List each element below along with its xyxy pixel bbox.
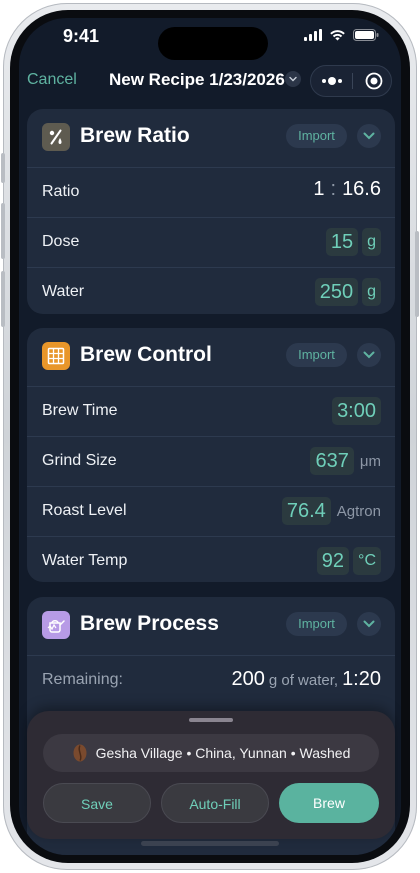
- status-icons: [304, 29, 379, 41]
- remaining-unit: g of water,: [268, 672, 339, 689]
- roast-level-unit: Agtron: [336, 502, 381, 520]
- water-temp-unit[interactable]: °C: [353, 547, 381, 575]
- remaining-row: Remaining: 200 g of water, 1:20: [27, 656, 395, 704]
- pill-divider: [352, 73, 353, 89]
- more-options-icon[interactable]: [321, 74, 343, 88]
- status-time: 9:41: [63, 26, 100, 46]
- brew-ratio-import-button[interactable]: Import: [286, 124, 347, 148]
- kettle-icon: [42, 611, 70, 639]
- brew-time-value-field[interactable]: 3:00: [332, 397, 381, 425]
- recipe-title[interactable]: New Recipe 1/23/2026: [109, 70, 285, 90]
- close-target-icon[interactable]: [365, 72, 383, 90]
- brew-ratio-title: Brew Ratio: [80, 124, 190, 147]
- volume-up-button: [1, 203, 5, 259]
- cancel-button[interactable]: Cancel: [27, 71, 77, 89]
- auto-fill-button[interactable]: Auto-Fill: [161, 783, 269, 823]
- bean-label: Gesha Village • China, Yunnan • Washed: [95, 745, 351, 761]
- remaining-time: 1:20: [342, 668, 381, 690]
- brew-time-label: Brew Time: [42, 402, 118, 419]
- power-button: [415, 231, 419, 317]
- brew-time-row[interactable]: Brew Time 3:00: [27, 387, 395, 437]
- ratio-label: Ratio: [42, 183, 80, 200]
- grid-icon: [42, 342, 70, 370]
- ratio-separator: :: [330, 178, 337, 200]
- save-button[interactable]: Save: [43, 783, 151, 823]
- brew-ratio-collapse-chevron-icon[interactable]: [357, 124, 381, 148]
- brew-control-import-button[interactable]: Import: [286, 343, 347, 367]
- coffee-bean-icon: [73, 744, 87, 762]
- water-value-field[interactable]: 250: [314, 278, 359, 306]
- brew-button[interactable]: Brew: [279, 783, 379, 823]
- ratio-row[interactable]: Ratio 1 : 16.6: [27, 168, 395, 218]
- volume-down-button: [1, 271, 5, 327]
- ratio-right: 16.6: [342, 178, 381, 200]
- nav-actions-pill: [310, 65, 392, 97]
- remaining-summary: 200 g of water, 1:20: [231, 668, 381, 691]
- ratio-left: 1: [313, 178, 325, 200]
- brew-ratio-header: Brew Ratio Import: [27, 109, 395, 168]
- dose-unit: g: [362, 228, 381, 256]
- action-button: [1, 153, 5, 183]
- percent-icon: [42, 123, 70, 151]
- bottom-sheet: Gesha Village • China, Yunnan • Washed S…: [27, 711, 395, 839]
- bean-selector[interactable]: Gesha Village • China, Yunnan • Washed: [43, 734, 379, 772]
- water-temp-value-field[interactable]: 92: [316, 547, 350, 575]
- grind-size-row[interactable]: Grind Size 637 μm: [27, 437, 395, 487]
- nav-bar: Cancel New Recipe 1/23/2026: [19, 65, 401, 99]
- battery-icon: [353, 29, 379, 41]
- wifi-icon: [330, 30, 345, 41]
- home-indicator: [141, 841, 279, 846]
- dynamic-island: [158, 27, 268, 60]
- dose-value-field[interactable]: 15: [325, 228, 359, 256]
- brew-process-header: Brew Process Import: [27, 597, 395, 656]
- grind-size-unit: μm: [359, 452, 381, 470]
- screen: 9:41 Cancel New Recipe 1/23/2026 Brew Ra…: [19, 18, 401, 855]
- roast-level-row[interactable]: Roast Level 76.4 Agtron: [27, 487, 395, 537]
- water-temp-label: Water Temp: [42, 552, 128, 569]
- brew-control-header: Brew Control Import: [27, 328, 395, 387]
- dose-row[interactable]: Dose 15 g: [27, 218, 395, 268]
- grind-size-label: Grind Size: [42, 452, 117, 469]
- roast-level-label: Roast Level: [42, 502, 127, 519]
- brew-process-collapse-chevron-icon[interactable]: [357, 612, 381, 636]
- water-label: Water: [42, 283, 85, 300]
- ratio-value[interactable]: 1 : 16.6: [313, 178, 381, 201]
- brew-control-title: Brew Control: [80, 343, 212, 366]
- remaining-amount: 200: [231, 668, 265, 690]
- dose-label: Dose: [42, 233, 80, 250]
- cellular-signal-icon: [304, 29, 322, 41]
- roast-level-value-field[interactable]: 76.4: [281, 497, 331, 525]
- brew-control-card: Brew Control Import Brew Time 3:00 Grind…: [27, 328, 395, 582]
- water-unit: g: [362, 278, 381, 306]
- brew-process-title: Brew Process: [80, 612, 219, 635]
- title-dropdown-chevron-icon[interactable]: [285, 71, 301, 87]
- grind-size-value-field[interactable]: 637: [310, 447, 354, 475]
- brew-process-import-button[interactable]: Import: [286, 612, 347, 636]
- brew-control-collapse-chevron-icon[interactable]: [357, 343, 381, 367]
- sheet-grabber[interactable]: [189, 718, 233, 722]
- water-temp-row[interactable]: Water Temp 92 °C: [27, 537, 395, 582]
- brew-ratio-card: Brew Ratio Import Ratio 1 : 16.6 Dose 15…: [27, 109, 395, 314]
- water-row[interactable]: Water 250 g: [27, 268, 395, 314]
- remaining-label: Remaining:: [42, 671, 123, 688]
